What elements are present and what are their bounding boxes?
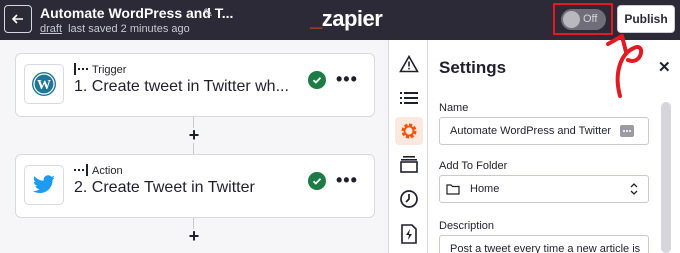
- gear-icon[interactable]: [395, 117, 423, 145]
- trigger-icon: [74, 63, 88, 75]
- saved-text: last saved 2 minutes ago: [68, 23, 190, 35]
- add-step-button[interactable]: +: [186, 227, 202, 245]
- toggle-knob: [563, 11, 580, 28]
- panel-title: Settings: [439, 58, 507, 77]
- name-label: Name: [439, 102, 469, 114]
- step-kind: Action: [74, 164, 123, 177]
- step-title: 2. Create Tweet in Twitter: [74, 179, 255, 196]
- zap-name-field[interactable]: Automate WordPress and Twitter: [439, 117, 649, 145]
- zapier-logo: _zapier: [310, 6, 383, 31]
- description-label: Description: [439, 220, 495, 232]
- publish-toggle[interactable]: Off: [561, 9, 606, 30]
- check-icon: [308, 71, 326, 89]
- bolt-file-icon[interactable]: [395, 220, 423, 248]
- arrow-left-icon: [11, 14, 23, 24]
- folder-value: Home: [470, 183, 500, 195]
- top-bar: Automate WordPress and T... ✎ draft last…: [0, 0, 680, 40]
- folder-select[interactable]: Home: [439, 175, 649, 203]
- save-status: draft last saved 2 minutes ago: [40, 23, 190, 35]
- annotation-arrow: [606, 34, 644, 98]
- svg-text:W: W: [37, 78, 51, 93]
- description-field[interactable]: Post a tweet every time a new article is: [439, 235, 649, 253]
- side-toolbar: [388, 40, 428, 253]
- panel-scrollbar[interactable]: [661, 102, 671, 253]
- publish-button[interactable]: Publish: [617, 5, 675, 33]
- add-step-button[interactable]: +: [186, 126, 202, 144]
- list-icon[interactable]: [395, 84, 423, 112]
- toggle-label: Off: [583, 13, 598, 25]
- chevron-updown-icon: [630, 183, 638, 195]
- folder-icon: [446, 184, 460, 195]
- layers-icon[interactable]: [395, 150, 423, 178]
- trigger-step-card[interactable]: W Trigger 1. Create tweet in Twitter wh.…: [15, 53, 375, 117]
- draft-link[interactable]: draft: [40, 23, 62, 35]
- more-options-button[interactable]: •••: [336, 69, 358, 90]
- clock-icon[interactable]: [395, 185, 423, 213]
- action-step-card[interactable]: Action 2. Create Tweet in Twitter •••: [15, 154, 375, 218]
- wordpress-icon: W: [24, 64, 64, 104]
- action-icon: [74, 164, 88, 176]
- folder-label: Add To Folder: [439, 160, 508, 172]
- close-icon[interactable]: ✕: [658, 58, 671, 76]
- description-value: Post a tweet every time a new article is: [450, 243, 641, 253]
- warning-icon[interactable]: [395, 50, 423, 78]
- connector-line: [193, 143, 194, 154]
- step-kind: Trigger: [74, 63, 126, 76]
- back-button[interactable]: [4, 5, 32, 33]
- zap-name-value: Automate WordPress and Twitter: [450, 125, 611, 137]
- check-icon: [308, 172, 326, 190]
- more-options-button[interactable]: •••: [336, 170, 358, 191]
- pencil-icon[interactable]: ✎: [203, 6, 213, 20]
- step-title: 1. Create tweet in Twitter wh...: [74, 78, 289, 95]
- field-dots-icon: [620, 125, 634, 137]
- twitter-icon: [24, 165, 64, 205]
